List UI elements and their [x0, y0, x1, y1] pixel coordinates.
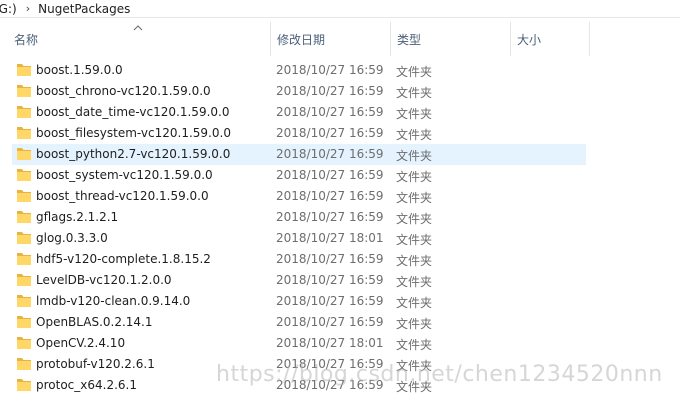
folder-icon — [17, 169, 31, 181]
file-date: 2018/10/27 16:59 — [276, 105, 384, 119]
file-explorer-window: (G:) › NugetPackages 名称 修改日期 类型 大小 boost… — [0, 0, 680, 403]
file-row[interactable]: LevelDB-vc120.1.2.0.0 2018/10/27 16:59 文件夹 — [0, 270, 680, 291]
file-type: 文件夹 — [396, 212, 433, 226]
column-header-date-label: 修改日期 — [277, 32, 326, 47]
file-date: 2018/10/27 16:59 — [276, 378, 384, 392]
column-header-type-label: 类型 — [397, 32, 422, 47]
file-date: 2018/10/27 16:59 — [276, 315, 384, 329]
file-type: 文件夹 — [396, 338, 433, 352]
file-type: 文件夹 — [396, 233, 433, 247]
file-name: OpenBLAS.0.2.14.1 — [36, 315, 153, 329]
file-row[interactable]: boost_system-vc120.1.59.0.0 2018/10/27 16… — [0, 165, 680, 186]
folder-icon — [17, 211, 31, 223]
column-header-type[interactable]: 类型 — [390, 22, 510, 56]
file-row[interactable]: protobuf-v120.2.6.1 2018/10/27 16:59 文件夹 — [0, 354, 680, 375]
column-header-size-label: 大小 — [517, 32, 542, 47]
folder-icon — [17, 232, 31, 244]
file-row[interactable]: boost_python2.7-vc120.1.59.0.0 2018/10/27… — [12, 144, 586, 165]
file-row[interactable]: lmdb-v120-clean.0.9.14.0 2018/10/27 16:59… — [0, 291, 680, 312]
file-name: boost_chrono-vc120.1.59.0.0 — [36, 84, 211, 98]
file-row[interactable]: glog.0.3.3.0 2018/10/27 18:01 文件夹 — [0, 228, 680, 249]
file-row[interactable]: hdf5-v120-complete.1.8.15.2 2018/10/27 16… — [0, 249, 680, 270]
address-bar[interactable]: (G:) › NugetPackages — [0, 0, 680, 17]
file-type: 文件夹 — [396, 191, 433, 205]
file-row[interactable]: protoc_x64.2.6.1 2018/10/27 16:59 文件夹 — [0, 375, 680, 396]
file-list: boost.1.59.0.0 2018/10/27 16:59 文件夹 boost_c… — [0, 60, 680, 396]
column-header-size[interactable]: 大小 — [510, 22, 590, 56]
file-type: 文件夹 — [396, 380, 433, 394]
file-type: 文件夹 — [396, 359, 433, 373]
file-name: boost.1.59.0.0 — [36, 63, 123, 77]
file-date: 2018/10/27 16:59 — [276, 357, 384, 371]
file-name: lmdb-v120-clean.0.9.14.0 — [36, 294, 191, 308]
file-name: boost_system-vc120.1.59.0.0 — [36, 168, 213, 182]
file-date: 2018/10/27 18:01 — [276, 231, 384, 245]
breadcrumb-chevron-icon[interactable]: › — [26, 2, 30, 15]
file-row[interactable]: OpenBLAS.0.2.14.1 2018/10/27 16:59 文件夹 — [0, 312, 680, 333]
file-type: 文件夹 — [396, 170, 433, 184]
file-type: 文件夹 — [396, 275, 433, 289]
file-name: protobuf-v120.2.6.1 — [36, 357, 155, 371]
file-name: LevelDB-vc120.1.2.0.0 — [36, 273, 172, 287]
folder-icon — [17, 148, 31, 160]
file-type: 文件夹 — [396, 107, 433, 121]
folder-icon — [17, 316, 31, 328]
file-type: 文件夹 — [396, 86, 433, 100]
file-date: 2018/10/27 16:59 — [276, 147, 384, 161]
file-date: 2018/10/27 16:59 — [276, 210, 384, 224]
folder-icon — [17, 379, 31, 391]
folder-icon — [17, 64, 31, 76]
folder-icon — [17, 85, 31, 97]
file-date: 2018/10/27 16:59 — [276, 189, 384, 203]
file-name: gflags.2.1.2.1 — [36, 210, 119, 224]
file-type: 文件夹 — [396, 128, 433, 142]
file-type: 文件夹 — [396, 317, 433, 331]
folder-icon — [17, 358, 31, 370]
file-row[interactable]: boost_thread-vc120.1.59.0.0 2018/10/27 16… — [0, 186, 680, 207]
file-name: boost_date_time-vc120.1.59.0.0 — [36, 105, 230, 119]
file-date: 2018/10/27 18:01 — [276, 336, 384, 350]
file-row[interactable]: boost_chrono-vc120.1.59.0.0 2018/10/27 16… — [0, 81, 680, 102]
file-date: 2018/10/27 16:59 — [276, 168, 384, 182]
folder-icon — [17, 274, 31, 286]
folder-icon — [17, 337, 31, 349]
file-date: 2018/10/27 16:59 — [276, 126, 384, 140]
column-header-name[interactable]: 名称 — [0, 22, 270, 56]
file-name: boost_python2.7-vc120.1.59.0.0 — [36, 147, 231, 161]
sort-ascending-icon — [133, 25, 143, 31]
file-type: 文件夹 — [396, 254, 433, 268]
column-header-name-label: 名称 — [14, 32, 39, 47]
folder-icon — [17, 106, 31, 118]
file-type: 文件夹 — [396, 149, 433, 163]
file-name: glog.0.3.3.0 — [36, 231, 108, 245]
folder-icon — [17, 127, 31, 139]
file-name: protoc_x64.2.6.1 — [36, 378, 137, 392]
address-divider — [0, 17, 680, 18]
file-name: boost_filesystem-vc120.1.59.0.0 — [36, 126, 231, 140]
file-name: boost_thread-vc120.1.59.0.0 — [36, 189, 209, 203]
file-row[interactable]: OpenCV.2.4.10 2018/10/27 18:01 文件夹 — [0, 333, 680, 354]
file-row[interactable]: gflags.2.1.2.1 2018/10/27 16:59 文件夹 — [0, 207, 680, 228]
file-date: 2018/10/27 16:59 — [276, 273, 384, 287]
file-date: 2018/10/27 16:59 — [276, 84, 384, 98]
file-name: hdf5-v120-complete.1.8.15.2 — [36, 252, 211, 266]
file-date: 2018/10/27 16:59 — [276, 252, 384, 266]
folder-icon — [17, 190, 31, 202]
breadcrumb-drive[interactable]: (G:) — [0, 2, 17, 16]
folder-icon — [17, 295, 31, 307]
file-type: 文件夹 — [396, 296, 433, 310]
file-row[interactable]: boost.1.59.0.0 2018/10/27 16:59 文件夹 — [0, 60, 680, 81]
breadcrumb-folder[interactable]: NugetPackages — [38, 2, 130, 16]
column-header: 名称 修改日期 类型 大小 — [0, 22, 680, 56]
file-row[interactable]: boost_date_time-vc120.1.59.0.0 2018/10/27… — [0, 102, 680, 123]
file-name: OpenCV.2.4.10 — [36, 336, 126, 350]
folder-icon — [17, 253, 31, 265]
file-row[interactable]: boost_filesystem-vc120.1.59.0.0 2018/10/2… — [0, 123, 680, 144]
file-date: 2018/10/27 16:59 — [276, 63, 384, 77]
file-date: 2018/10/27 16:59 — [276, 294, 384, 308]
column-header-date[interactable]: 修改日期 — [270, 22, 390, 56]
file-type: 文件夹 — [396, 65, 433, 79]
